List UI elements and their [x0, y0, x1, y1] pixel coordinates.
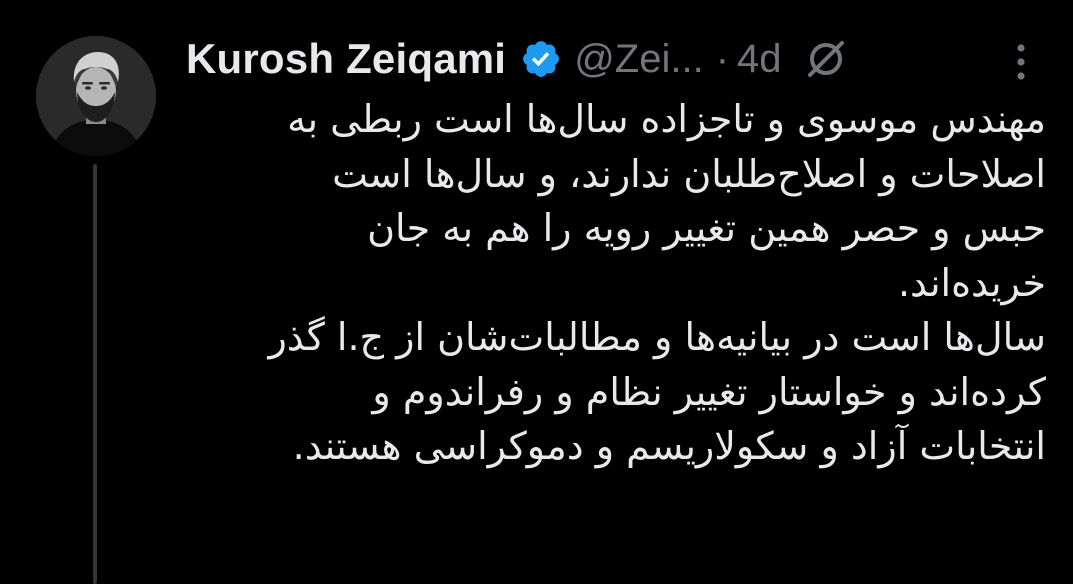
tweet-text-line: مهندس موسوی و تاجزاده سال‌ها است ربطی به — [287, 97, 1046, 141]
tweet-header: Kurosh Zeiqami @Zei... · 4d — [186, 30, 1046, 88]
tweet-text: مهندس موسوی و تاجزاده سال‌ها است ربطی به… — [190, 92, 1046, 474]
avatar-column — [36, 36, 156, 156]
tweet[interactable]: Kurosh Zeiqami @Zei... · 4d مهندس موسوی … — [0, 0, 1073, 584]
thread-line — [93, 164, 97, 584]
tweet-text-line: کرده‌اند و خواستار تغییر نظام و رفراندوم… — [372, 369, 1046, 414]
more-options-icon[interactable] — [1006, 40, 1036, 84]
handle[interactable]: @Zei... — [574, 37, 704, 82]
display-name[interactable]: Kurosh Zeiqami — [186, 35, 506, 83]
avatar-image — [36, 36, 156, 156]
timestamp[interactable]: 4d — [737, 37, 782, 82]
verified-badge-icon — [523, 41, 560, 77]
tweet-text-line: اصلاحات و اصلاح‌طلبان ندارند، و سال‌ها ا… — [332, 151, 1046, 196]
avatar[interactable] — [36, 36, 156, 156]
separator-dot: · — [715, 36, 730, 81]
tweet-text-line: خریده‌اند. — [897, 260, 1046, 305]
tweet-text-line: انتخابات آزاد و سکولاریسم و دموکراسی هست… — [292, 424, 1046, 468]
grok-icon[interactable] — [804, 37, 848, 81]
tweet-text-line: سال‌ها است در بیانیه‌ها و مطالبات‌شان از… — [268, 315, 1046, 359]
tweet-text-line: حبس و حصر همین تغییر رویه را هم به جان — [367, 206, 1046, 250]
